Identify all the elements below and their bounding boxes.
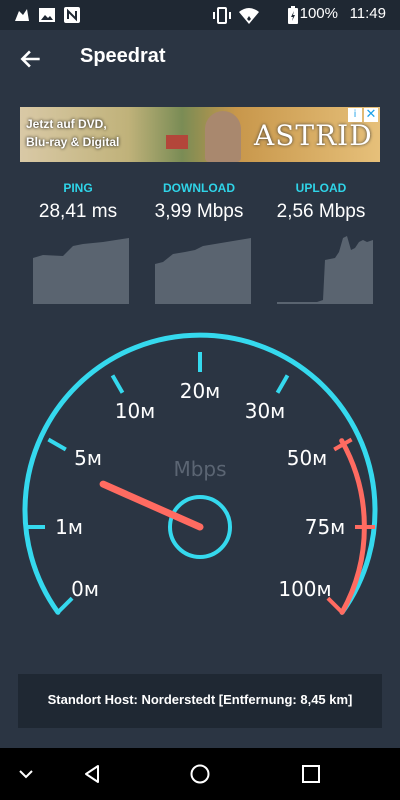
host-info-text: Standort Host: Norderstedt [Entfernung: … bbox=[47, 692, 353, 707]
n-app-icon bbox=[64, 7, 80, 23]
battery-icon bbox=[288, 6, 298, 24]
battery-level: 100% bbox=[299, 5, 338, 22]
chevron-down-icon[interactable] bbox=[14, 762, 38, 786]
wifi-icon bbox=[239, 8, 259, 24]
status-bar: 100% 11:49 bbox=[0, 0, 400, 30]
gauge-label-8: 100м bbox=[278, 577, 331, 601]
ad-brand: ASTRID bbox=[254, 119, 373, 152]
gauge-unit: Mbps bbox=[173, 457, 226, 481]
back-arrow-icon[interactable] bbox=[18, 46, 44, 72]
ad-banner[interactable]: Jetzt auf DVD, Blu-ray & Digital ASTRID … bbox=[20, 107, 380, 162]
ad-person-image bbox=[205, 111, 241, 162]
app-bar: Speedrat bbox=[0, 30, 400, 88]
gauge-label-4: 20м bbox=[180, 379, 221, 403]
ping-value: 28,41 ms bbox=[38, 201, 118, 222]
ad-text: Jetzt auf DVD, Blu-ray & Digital bbox=[26, 115, 119, 151]
vibrate-icon bbox=[213, 7, 231, 24]
ad-info-icon[interactable]: i bbox=[348, 108, 362, 122]
gauge-label-6: 50м bbox=[287, 446, 328, 470]
upload-metric: UPLOAD 2,56 Mbps bbox=[266, 181, 376, 223]
image-icon bbox=[39, 8, 55, 22]
system-nav-bar bbox=[0, 748, 400, 800]
gauge-label-2: 5м bbox=[74, 446, 102, 470]
gauge-tick-2 bbox=[47, 437, 67, 452]
gauge-label-3: 10м bbox=[115, 399, 156, 423]
ad-text-line2: Blu-ray & Digital bbox=[26, 135, 120, 149]
ad-house-image bbox=[166, 135, 188, 149]
ping-sparkline bbox=[33, 238, 129, 304]
gauge-tick-5 bbox=[275, 374, 290, 394]
download-value: 3,99 Mbps bbox=[154, 201, 244, 222]
nav-back-icon[interactable] bbox=[80, 762, 104, 786]
host-info-panel: Standort Host: Norderstedt [Entfernung: … bbox=[18, 674, 382, 728]
nav-home-icon[interactable] bbox=[188, 762, 212, 786]
clock: 11:49 bbox=[349, 5, 386, 22]
download-label: DOWNLOAD bbox=[163, 181, 235, 195]
gauge-tick-0 bbox=[56, 596, 74, 614]
page-title: Speedrat bbox=[80, 45, 166, 67]
download-metric: DOWNLOAD 3,99 Mbps bbox=[144, 181, 254, 223]
gauge-label-1: 1м bbox=[55, 515, 83, 539]
upload-sparkline bbox=[277, 236, 373, 304]
download-sparkline bbox=[155, 238, 251, 304]
gauge-label-7: 75м bbox=[305, 515, 346, 539]
ping-label: PING bbox=[63, 181, 93, 195]
ad-text-line1: Jetzt auf DVD, bbox=[26, 117, 107, 131]
notification-app-icon bbox=[15, 9, 29, 21]
ad-close-icon[interactable]: ✕ bbox=[364, 108, 378, 122]
gauge-label-0: 0м bbox=[71, 577, 99, 601]
gauge-needle bbox=[99, 480, 204, 531]
nav-recents-icon[interactable] bbox=[299, 762, 323, 786]
upload-value: 2,56 Mbps bbox=[276, 201, 366, 222]
ping-metric: PING 28,41 ms bbox=[23, 181, 133, 223]
upload-label: UPLOAD bbox=[295, 181, 347, 195]
gauge-label-5: 30м bbox=[245, 399, 286, 423]
gauge-tick-3 bbox=[110, 374, 125, 394]
speed-gauge: 0м 1м 5м 10м 20м 30м 50м 75м 100м Mbps bbox=[22, 332, 378, 615]
